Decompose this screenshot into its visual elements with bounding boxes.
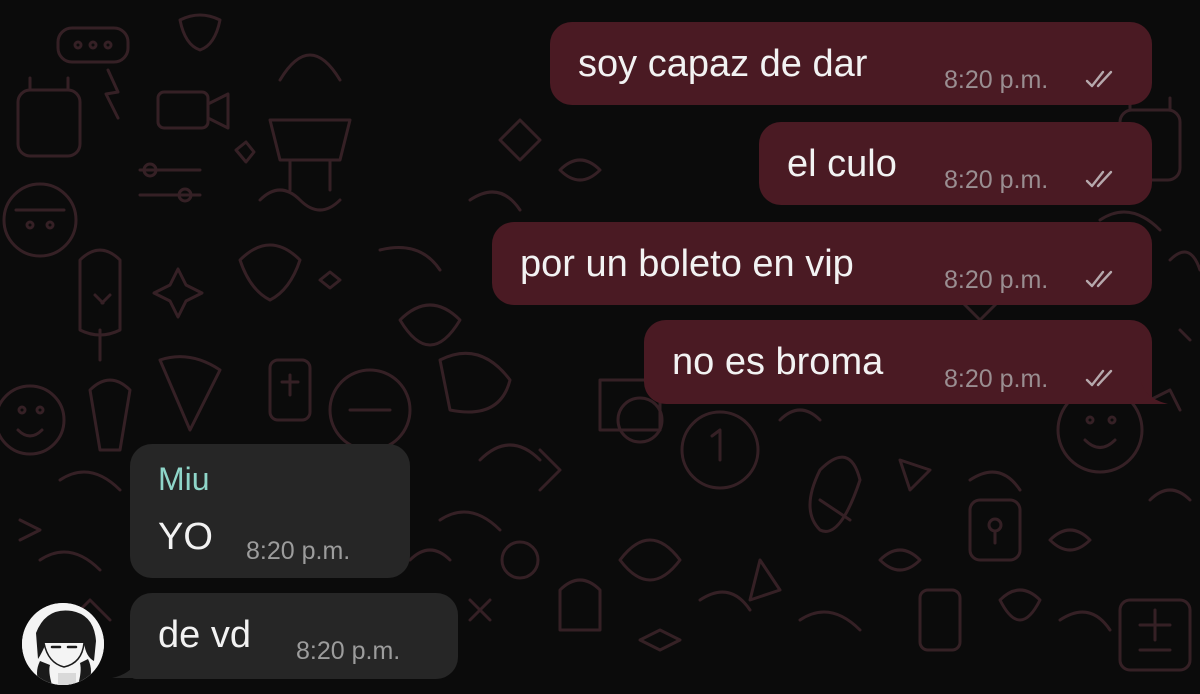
message-text: soy capaz de dar bbox=[578, 43, 868, 85]
message-text: no es broma bbox=[672, 341, 884, 383]
message-time: 8:20 p.m. bbox=[944, 66, 1049, 94]
message-time: 8:20 p.m. bbox=[944, 365, 1049, 393]
outgoing-message[interactable]: por un boleto en vip 8:20 p.m. bbox=[492, 222, 1152, 305]
read-ticks-icon bbox=[1085, 70, 1113, 88]
incoming-message[interactable]: de vd 8:20 p.m. bbox=[130, 593, 458, 679]
message-time: 8:20 p.m. bbox=[944, 266, 1049, 294]
bubble-tail bbox=[112, 650, 140, 678]
outgoing-message[interactable]: soy capaz de dar 8:20 p.m. bbox=[550, 22, 1152, 105]
outgoing-message[interactable]: el culo 8:20 p.m. bbox=[759, 122, 1152, 205]
read-ticks-icon bbox=[1085, 369, 1113, 387]
sender-name[interactable]: Miu bbox=[158, 462, 210, 496]
avatar-image bbox=[22, 603, 104, 685]
read-ticks-icon bbox=[1085, 170, 1113, 188]
message-text: de vd bbox=[158, 614, 251, 656]
message-text: el culo bbox=[787, 143, 897, 185]
message-time: 8:20 p.m. bbox=[296, 637, 401, 665]
message-time: 8:20 p.m. bbox=[944, 166, 1049, 194]
read-ticks-icon bbox=[1085, 270, 1113, 288]
bubble-tail bbox=[1140, 376, 1168, 404]
incoming-message[interactable]: Miu YO 8:20 p.m. bbox=[130, 444, 410, 578]
contact-avatar[interactable] bbox=[22, 603, 104, 685]
message-time: 8:20 p.m. bbox=[246, 537, 351, 565]
outgoing-message[interactable]: no es broma 8:20 p.m. bbox=[644, 320, 1152, 404]
message-text: por un boleto en vip bbox=[520, 243, 854, 285]
message-text: YO bbox=[158, 516, 213, 558]
